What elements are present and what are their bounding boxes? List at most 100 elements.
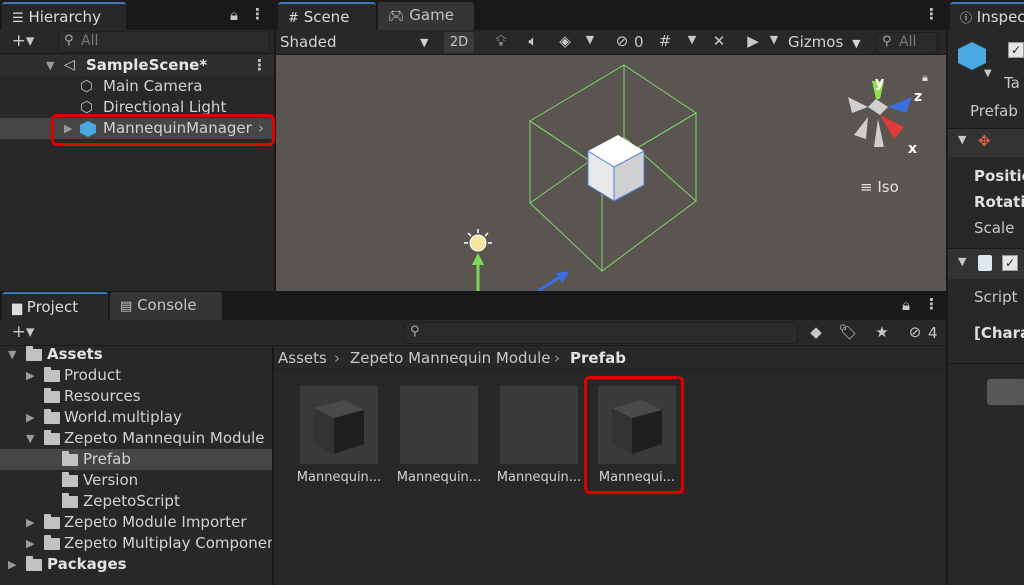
light-sun bbox=[469, 234, 487, 252]
gizmo-x-axis bbox=[880, 115, 904, 139]
breadcrumb-item[interactable]: Assets bbox=[278, 346, 327, 370]
cube-preview-icon bbox=[314, 400, 364, 454]
tree-item-label: Product bbox=[64, 366, 121, 384]
hierarchy-search-input[interactable]: ⚲ All bbox=[58, 31, 270, 53]
lock-icon[interactable]: 🔒︎ bbox=[922, 71, 928, 85]
tree-item-assets[interactable]: ▼ Assets bbox=[0, 346, 272, 365]
expand-arrow-icon[interactable]: ▶ bbox=[26, 365, 34, 386]
expand-arrow-icon[interactable]: ▶ bbox=[26, 512, 34, 533]
mode-2d-label: 2D bbox=[449, 35, 469, 50]
asset-item[interactable]: Mannequin... bbox=[294, 386, 384, 490]
tab-console-label: Console bbox=[137, 296, 197, 314]
expand-arrow-icon[interactable]: ▶ bbox=[8, 554, 16, 575]
scene-viewport[interactable]: y z x 🔒︎ ≡ Iso bbox=[276, 55, 946, 291]
asset-item[interactable]: Mannequin... bbox=[394, 386, 484, 490]
effects-icon[interactable]: ◈ bbox=[556, 32, 574, 50]
tree-item-zepeto-mannequin-module[interactable]: ▼ Zepeto Mannequin Module bbox=[0, 428, 272, 449]
script-component-header[interactable]: ▼ ✓ bbox=[948, 249, 1024, 279]
tab-console[interactable]: ▤ Console bbox=[110, 292, 222, 320]
tree-item-product[interactable]: ▶ Product bbox=[0, 365, 272, 386]
more-options-icon[interactable]: ⋮ bbox=[924, 295, 939, 313]
scene-search-input[interactable]: ⚲ All bbox=[876, 32, 938, 54]
grid-toggle-icon[interactable]: # bbox=[656, 32, 674, 50]
search-placeholder: All bbox=[81, 33, 99, 49]
tab-inspector[interactable]: ⓘ Inspec bbox=[950, 2, 1024, 30]
effects-dropdown-icon[interactable]: ▼ bbox=[584, 33, 596, 46]
tree-item-resources[interactable]: Resources bbox=[0, 386, 272, 407]
breadcrumb-item-current[interactable]: Prefab bbox=[570, 346, 626, 370]
lock-icon[interactable]: 🔒︎ bbox=[898, 296, 914, 314]
script-file-icon bbox=[978, 255, 992, 271]
tab-scene[interactable]: # Scene bbox=[278, 2, 376, 30]
gizmo-neg-y bbox=[874, 119, 884, 147]
folder-icon bbox=[62, 451, 78, 466]
tools-icon[interactable]: ✕ bbox=[710, 32, 728, 50]
hidden-objects-icon[interactable]: ⊘ bbox=[612, 32, 632, 50]
expand-arrow-icon[interactable]: ▼ bbox=[46, 55, 54, 76]
tree-item-prefab[interactable]: Prefab bbox=[0, 449, 272, 470]
favorites-star-icon[interactable]: ★ bbox=[872, 323, 892, 341]
component-enabled-checkbox[interactable]: ✓ bbox=[1002, 255, 1018, 271]
create-dropdown-button[interactable]: +▾ bbox=[8, 322, 38, 342]
info-icon: ⓘ bbox=[960, 11, 973, 25]
audio-icon[interactable]: 🔈︎ bbox=[524, 32, 542, 50]
tab-game-label: Game bbox=[409, 6, 454, 24]
dropdown-arrow-icon[interactable]: ▼ bbox=[984, 68, 992, 79]
tree-item-zepetoscript[interactable]: ZepetoScript bbox=[0, 491, 272, 512]
tab-game[interactable]: 🎮︎ Game bbox=[378, 2, 474, 30]
transform-header[interactable]: ▼ ✥ bbox=[948, 129, 1024, 157]
project-search-input[interactable]: ⚲ bbox=[404, 322, 798, 344]
asset-label: Mannequin... bbox=[496, 470, 582, 485]
shading-mode-dropdown[interactable]: Shaded ▼ bbox=[280, 32, 430, 53]
camera-icon[interactable]: ▶ bbox=[742, 32, 764, 50]
filter-type-icon[interactable]: ◆ bbox=[806, 323, 826, 341]
grid-dropdown-icon[interactable]: ▼ bbox=[686, 33, 698, 46]
expand-arrow-icon[interactable]: ▶ bbox=[26, 533, 34, 554]
scene-row[interactable]: ▼ ◁ SampleScene* ⋮ bbox=[0, 55, 274, 76]
gizmo-x-label: x bbox=[908, 141, 918, 157]
folder-icon bbox=[44, 409, 60, 424]
expand-arrow-icon[interactable]: ▼ bbox=[26, 428, 34, 449]
lighting-icon[interactable]: 💡︎ bbox=[492, 32, 510, 50]
gameobject-cube-icon: ⬡ bbox=[80, 77, 94, 95]
prefab-cube-icon bbox=[958, 42, 986, 70]
lock-icon[interactable]: 🔒︎ bbox=[226, 6, 242, 24]
gizmo-neg-z bbox=[854, 117, 868, 139]
tree-item-world-multiplay[interactable]: ▶ World.multiplay bbox=[0, 407, 272, 428]
folder-icon bbox=[62, 493, 78, 508]
tab-hierarchy[interactable]: ☰ Hierarchy bbox=[2, 2, 126, 30]
scene-toolbar: Shaded ▼ 2D 💡︎ 🔈︎ ◈ ▼ ⊘ 0 # ▼ ✕ ▶ ▼ Gizm… bbox=[276, 30, 946, 55]
tree-item-version[interactable]: Version bbox=[0, 470, 272, 491]
asset-item[interactable]: Mannequin... bbox=[494, 386, 584, 490]
tree-item-packages[interactable]: ▶ Packages bbox=[0, 554, 272, 575]
tab-project[interactable]: ▆ Project bbox=[2, 292, 108, 320]
more-options-icon[interactable]: ⋮ bbox=[924, 5, 939, 23]
prefab-label: Prefab bbox=[970, 102, 1018, 120]
asset-thumbnail bbox=[300, 386, 378, 464]
view-mode-toggle[interactable]: ≡ Iso bbox=[860, 178, 899, 196]
breadcrumb-item[interactable]: Zepeto Mannequin Module bbox=[350, 346, 550, 370]
expand-arrow-icon[interactable]: ▶ bbox=[26, 407, 34, 428]
filter-label-icon[interactable]: 🏷︎ bbox=[838, 323, 858, 341]
scene-menu-icon[interactable]: ⋮ bbox=[252, 55, 267, 76]
folder-icon bbox=[44, 367, 60, 382]
asset-label: Mannequin... bbox=[396, 470, 482, 485]
mode-2d-toggle[interactable]: 2D bbox=[444, 32, 474, 53]
hierarchy-item-main-camera[interactable]: ⬡ Main Camera bbox=[0, 76, 274, 97]
expand-arrow-icon[interactable]: ▼ bbox=[8, 346, 16, 365]
gizmo-neg-x bbox=[848, 97, 868, 113]
hidden-packages-icon[interactable]: ⊘ bbox=[904, 323, 926, 341]
hierarchy-panel: ☰ Hierarchy 🔒︎ ⋮ +▾ ⚲ All ▼ ◁ SampleScen… bbox=[0, 0, 275, 291]
add-component-button[interactable] bbox=[986, 378, 1024, 406]
more-options-icon[interactable]: ⋮ bbox=[250, 5, 265, 23]
gizmos-dropdown[interactable]: Gizmos ▼ bbox=[788, 32, 861, 54]
tree-item-zepeto-multiplay-component[interactable]: ▶ Zepeto Multiplay Componen bbox=[0, 533, 272, 554]
camera-dropdown-icon[interactable]: ▼ bbox=[768, 33, 780, 46]
add-dropdown-button[interactable]: +▾ bbox=[8, 31, 38, 51]
gizmo-z-axis bbox=[888, 97, 912, 113]
project-folder-tree: ▼ Assets ▶ Product Resources ▶ World.mul… bbox=[0, 346, 272, 585]
foldout-arrow-icon[interactable]: ▼ bbox=[958, 255, 966, 268]
foldout-arrow-icon[interactable]: ▼ bbox=[958, 133, 966, 146]
tree-item-zepeto-module-importer[interactable]: ▶ Zepeto Module Importer bbox=[0, 512, 272, 533]
active-checkbox[interactable]: ✓ bbox=[1008, 42, 1024, 58]
